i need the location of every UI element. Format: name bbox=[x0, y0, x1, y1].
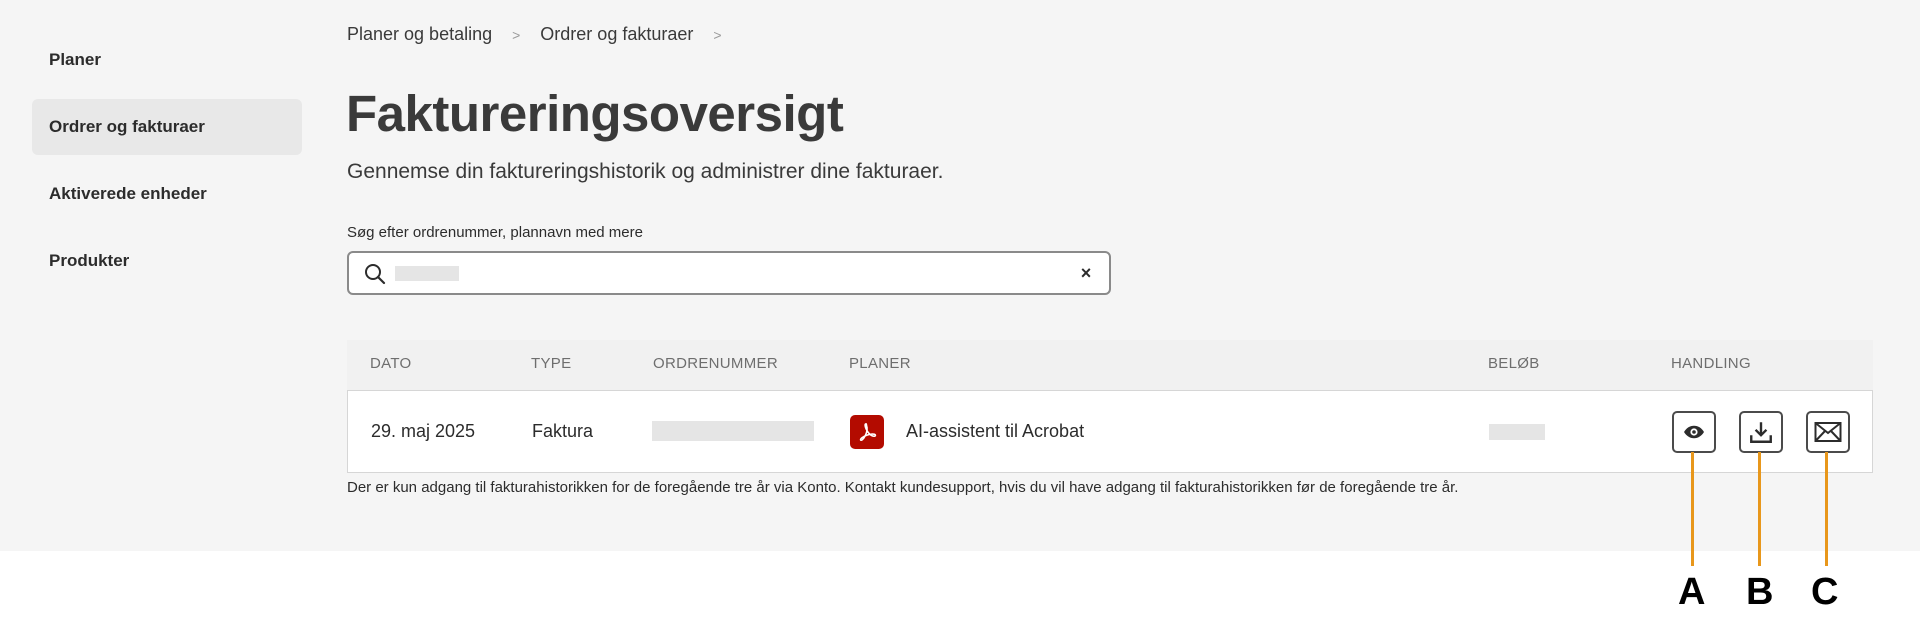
clear-search-button[interactable]: × bbox=[1075, 262, 1097, 284]
acrobat-logo-icon bbox=[859, 422, 877, 442]
redacted-amount bbox=[1489, 424, 1545, 440]
table-row: 29. maj 2025 Faktura AI-assistent til Ac… bbox=[347, 390, 1873, 473]
search-input[interactable] bbox=[393, 257, 1057, 291]
plan-name: AI-assistent til Acrobat bbox=[906, 421, 1085, 441]
table-header: DATO TYPE ORDRENUMMER PLANER BELØB HANDL… bbox=[347, 340, 1873, 390]
breadcrumb-separator-icon: > bbox=[512, 26, 521, 43]
callout-label-a: A bbox=[1678, 571, 1706, 613]
callout-line-c bbox=[1825, 452, 1828, 566]
sidebar-item-label: Planer bbox=[49, 50, 101, 69]
invoice-type: Faktura bbox=[532, 421, 594, 441]
callout-line-a bbox=[1691, 452, 1694, 566]
column-header-order-number[interactable]: ORDRENUMMER bbox=[653, 355, 778, 372]
breadcrumb-separator-icon: > bbox=[713, 26, 722, 43]
email-icon bbox=[1814, 422, 1842, 442]
sidebar-item-produkter[interactable]: Produkter bbox=[32, 233, 302, 289]
search-field[interactable]: × bbox=[347, 251, 1111, 295]
callout-label-c: C bbox=[1811, 571, 1839, 613]
billing-history-footnote: Der er kun adgang til fakturahistorikken… bbox=[347, 479, 1459, 496]
breadcrumb: Planer og betaling > Ordrer og fakturaer… bbox=[347, 24, 742, 45]
sidebar: Planer Ordrer og fakturaer Aktiverede en… bbox=[32, 32, 302, 300]
redacted-search-text bbox=[395, 266, 459, 281]
acrobat-pdf-icon bbox=[850, 415, 884, 449]
download-icon bbox=[1750, 422, 1772, 443]
column-header-action: HANDLING bbox=[1671, 355, 1751, 372]
eye-icon bbox=[1684, 425, 1704, 439]
search-icon bbox=[365, 264, 386, 285]
download-invoice-button[interactable] bbox=[1739, 411, 1783, 453]
page-title: Faktureringsoversigt bbox=[346, 85, 844, 142]
breadcrumb-link-ordrer-og-fakturaer[interactable]: Ordrer og fakturaer bbox=[540, 24, 693, 45]
redacted-order-number bbox=[652, 421, 814, 441]
callout-line-b bbox=[1758, 452, 1761, 566]
invoice-date: 29. maj 2025 bbox=[371, 421, 476, 441]
search-label: Søg efter ordrenummer, plannavn med mere bbox=[347, 224, 643, 241]
view-invoice-button[interactable] bbox=[1672, 411, 1716, 453]
breadcrumb-link-planer-og-betaling[interactable]: Planer og betaling bbox=[347, 24, 492, 45]
sidebar-item-aktiverede-enheder[interactable]: Aktiverede enheder bbox=[32, 166, 302, 222]
column-header-amount[interactable]: BELØB bbox=[1488, 355, 1540, 372]
column-header-type[interactable]: TYPE bbox=[531, 355, 571, 372]
sidebar-item-label: Ordrer og fakturaer bbox=[49, 117, 205, 136]
sidebar-item-ordrer-og-fakturaer[interactable]: Ordrer og fakturaer bbox=[32, 99, 302, 155]
callout-label-b: B bbox=[1746, 571, 1774, 613]
sidebar-item-label: Produkter bbox=[49, 251, 130, 270]
email-invoice-button[interactable] bbox=[1806, 411, 1850, 453]
sidebar-item-planer[interactable]: Planer bbox=[32, 32, 302, 88]
sidebar-item-label: Aktiverede enheder bbox=[49, 184, 207, 203]
column-header-date[interactable]: DATO bbox=[370, 355, 411, 372]
column-header-plans[interactable]: PLANER bbox=[849, 355, 911, 372]
page-subtitle: Gennemse din faktureringshistorik og adm… bbox=[347, 160, 944, 183]
